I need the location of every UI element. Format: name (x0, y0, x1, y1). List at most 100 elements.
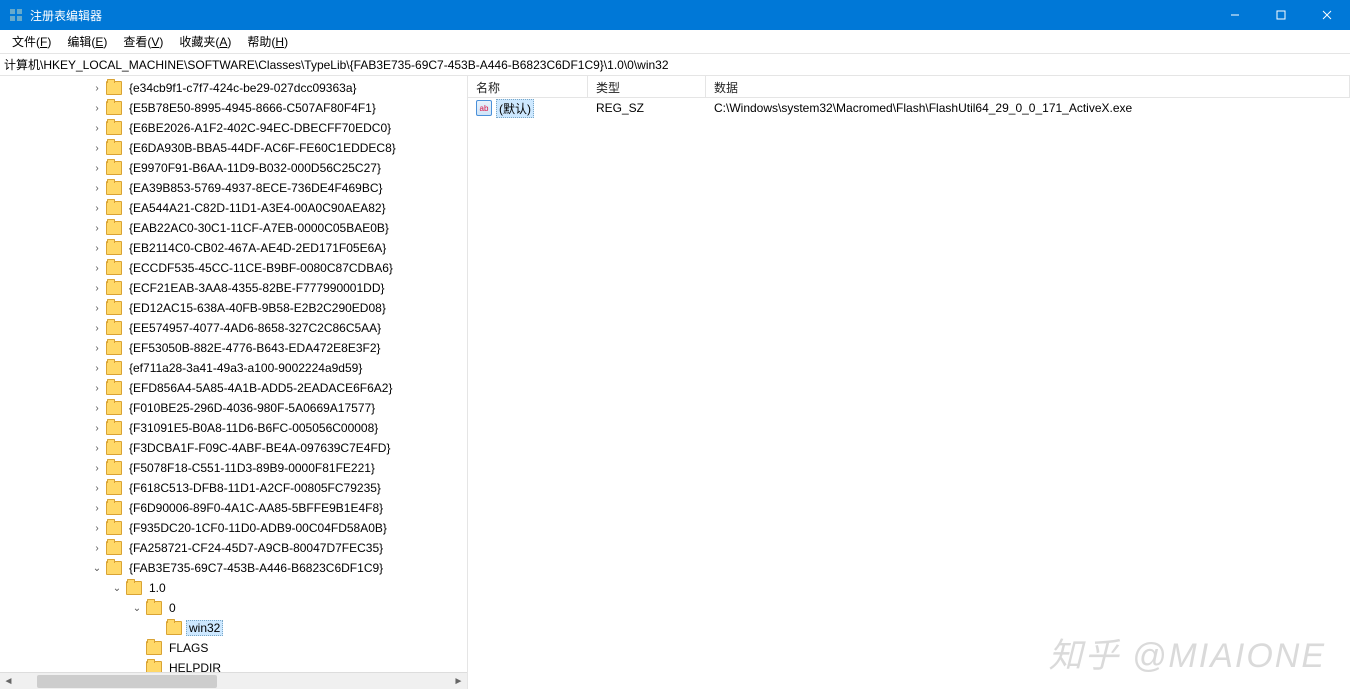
folder-icon (106, 361, 122, 375)
tree-item[interactable]: ⌄1.0 (0, 578, 467, 598)
tree-item-label: {F31091E5-B0A8-11D6-B6FC-005056C00008} (126, 420, 381, 436)
expand-icon[interactable]: › (90, 443, 104, 454)
expand-icon[interactable]: › (90, 463, 104, 474)
folder-icon (106, 181, 122, 195)
expand-icon[interactable]: › (90, 503, 104, 514)
scroll-right-button[interactable]: ► (450, 673, 467, 689)
tree-item[interactable]: ⌄ {FAB3E735-69C7-453B-A446-B6823C6DF1C9} (0, 558, 467, 578)
list-body[interactable]: ab(默认)REG_SZC:\Windows\system32\Macromed… (468, 98, 1350, 689)
collapse-icon[interactable]: ⌄ (130, 603, 144, 614)
expand-icon[interactable]: › (90, 203, 104, 214)
expand-icon[interactable]: › (90, 363, 104, 374)
folder-icon (146, 601, 162, 615)
tree-item-label: {E5B78E50-8995-4945-8666-C507AF80F4F1} (126, 100, 379, 116)
folder-icon (106, 561, 122, 575)
maximize-button[interactable] (1258, 0, 1304, 30)
expand-icon[interactable]: › (90, 263, 104, 274)
scroll-left-button[interactable]: ◄ (0, 673, 17, 689)
tree-item[interactable]: ›{EFD856A4-5A85-4A1B-ADD5-2EADACE6F6A2} (0, 378, 467, 398)
close-button[interactable] (1304, 0, 1350, 30)
tree-item[interactable]: › {E5B78E50-8995-4945-8666-C507AF80F4F1} (0, 98, 467, 118)
minimize-button[interactable] (1212, 0, 1258, 30)
address-bar[interactable]: 计算机\HKEY_LOCAL_MACHINE\SOFTWARE\Classes\… (0, 54, 1350, 76)
tree-item[interactable]: ›{EE574957-4077-4AD6-8658-327C2C86C5AA} (0, 318, 467, 338)
scroll-track[interactable] (17, 673, 450, 689)
header-data[interactable]: 数据 (706, 76, 1350, 97)
folder-icon (106, 321, 122, 335)
value-type: REG_SZ (588, 100, 706, 116)
tree-item[interactable]: ›{E6DA930B-BBA5-44DF-AC6F-FE60C1EDDEC8} (0, 138, 467, 158)
tree-item[interactable]: ›FLAGS (0, 638, 467, 658)
tree-item[interactable]: ›{F5078F18-C551-11D3-89B9-0000F81FE221} (0, 458, 467, 478)
menu-v[interactable]: 查看(V) (115, 30, 171, 53)
expand-icon[interactable]: › (90, 523, 104, 534)
menu-f[interactable]: 文件(F) (4, 30, 59, 53)
tree-item-label: {ECF21EAB-3AA8-4355-82BE-F777990001DD} (126, 280, 388, 296)
expand-icon[interactable]: › (90, 223, 104, 234)
tree-item[interactable]: ›{e34cb9f1-c7f7-424c-be29-027dcc09363a} (0, 78, 467, 98)
tree-item-label: {FAB3E735-69C7-453B-A446-B6823C6DF1C9} (126, 560, 386, 576)
expand-icon[interactable]: › (90, 123, 104, 134)
tree-item-label: 0 (166, 600, 179, 616)
folder-icon (106, 221, 122, 235)
collapse-icon[interactable]: ⌄ (110, 583, 124, 594)
expand-icon[interactable]: › (90, 483, 104, 494)
tree-item-label: {EAB22AC0-30C1-11CF-A7EB-0000C05BAE0B} (126, 220, 392, 236)
tree-item[interactable]: › {E9970F91-B6AA-11D9-B032-000D56C25C27} (0, 158, 467, 178)
scroll-thumb[interactable] (37, 675, 217, 688)
folder-icon (106, 261, 122, 275)
expand-icon[interactable]: › (90, 283, 104, 294)
expand-icon[interactable]: › (90, 423, 104, 434)
folder-icon (106, 201, 122, 215)
tree-item[interactable]: ›{ef711a28-3a41-49a3-a100-9002224a9d59} (0, 358, 467, 378)
expand-icon[interactable]: › (90, 243, 104, 254)
expand-icon[interactable]: › (90, 323, 104, 334)
folder-icon (126, 581, 142, 595)
tree-scroll[interactable]: ›{e34cb9f1-c7f7-424c-be29-027dcc09363a}›… (0, 76, 467, 672)
tree-item[interactable]: ›HELPDIR (0, 658, 467, 672)
tree-item[interactable]: ›{EA544A21-C82D-11D1-A3E4-00A0C90AEA82} (0, 198, 467, 218)
expand-icon[interactable]: › (90, 303, 104, 314)
tree-item[interactable]: › {EAB22AC0-30C1-11CF-A7EB-0000C05BAE0B} (0, 218, 467, 238)
tree-item[interactable]: ›win32 (0, 618, 467, 638)
expand-icon[interactable]: › (90, 163, 104, 174)
folder-icon (106, 341, 122, 355)
menu-h[interactable]: 帮助(H) (239, 30, 296, 53)
tree-item[interactable]: › {F31091E5-B0A8-11D6-B6FC-005056C00008} (0, 418, 467, 438)
expand-icon[interactable]: › (90, 383, 104, 394)
expand-icon[interactable]: › (90, 83, 104, 94)
tree-item[interactable]: ›{EF53050B-882E-4776-B643-EDA472E8E3F2} (0, 338, 467, 358)
collapse-icon[interactable]: ⌄ (90, 563, 104, 574)
header-type[interactable]: 类型 (588, 76, 706, 97)
menu-a[interactable]: 收藏夹(A) (171, 30, 239, 53)
tree-item[interactable]: ⌄0 (0, 598, 467, 618)
tree-item[interactable]: ›{F618C513-DFB8-11D1-A2CF-00805FC79235} (0, 478, 467, 498)
folder-icon (106, 501, 122, 515)
tree-horizontal-scrollbar[interactable]: ◄ ► (0, 672, 467, 689)
expand-icon[interactable]: › (90, 103, 104, 114)
tree-item[interactable]: ›{EB2114C0-CB02-467A-AE4D-2ED171F05E6A} (0, 238, 467, 258)
expand-icon[interactable]: › (90, 403, 104, 414)
header-name[interactable]: 名称 (468, 76, 588, 97)
tree-item[interactable]: ›{E6BE2026-A1F2-402C-94EC-DBECFF70EDC0} (0, 118, 467, 138)
tree-pane: ›{e34cb9f1-c7f7-424c-be29-027dcc09363a}›… (0, 76, 468, 689)
tree-item[interactable]: ›{ED12AC15-638A-40FB-9B58-E2B2C290ED08} (0, 298, 467, 318)
tree-item[interactable]: ›{F935DC20-1CF0-11D0-ADB9-00C04FD58A0B} (0, 518, 467, 538)
tree-item[interactable]: ›{EA39B853-5769-4937-8ECE-736DE4F469BC} (0, 178, 467, 198)
value-row[interactable]: ab(默认)REG_SZC:\Windows\system32\Macromed… (468, 98, 1350, 118)
tree-item[interactable]: ›{ECCDF535-45CC-11CE-B9BF-0080C87CDBA6} (0, 258, 467, 278)
value-data: C:\Windows\system32\Macromed\Flash\Flash… (706, 100, 1350, 116)
expand-icon[interactable]: › (90, 543, 104, 554)
tree-item[interactable]: ›{F3DCBA1F-F09C-4ABF-BE4A-097639C7E4FD} (0, 438, 467, 458)
expand-icon[interactable]: › (90, 343, 104, 354)
expand-icon[interactable]: › (90, 143, 104, 154)
tree-item[interactable]: ›{F010BE25-296D-4036-980F-5A0669A17577} (0, 398, 467, 418)
menu-e[interactable]: 编辑(E) (59, 30, 115, 53)
tree-item[interactable]: ›{F6D90006-89F0-4A1C-AA85-5BFFE9B1E4F8} (0, 498, 467, 518)
folder-icon (106, 301, 122, 315)
tree-item[interactable]: › {ECF21EAB-3AA8-4355-82BE-F777990001DD} (0, 278, 467, 298)
tree-item-label: {E9970F91-B6AA-11D9-B032-000D56C25C27} (126, 160, 384, 176)
tree-item-label: {FA258721-CF24-45D7-A9CB-80047D7FEC35} (126, 540, 386, 556)
expand-icon[interactable]: › (90, 183, 104, 194)
tree-item[interactable]: › {FA258721-CF24-45D7-A9CB-80047D7FEC35} (0, 538, 467, 558)
